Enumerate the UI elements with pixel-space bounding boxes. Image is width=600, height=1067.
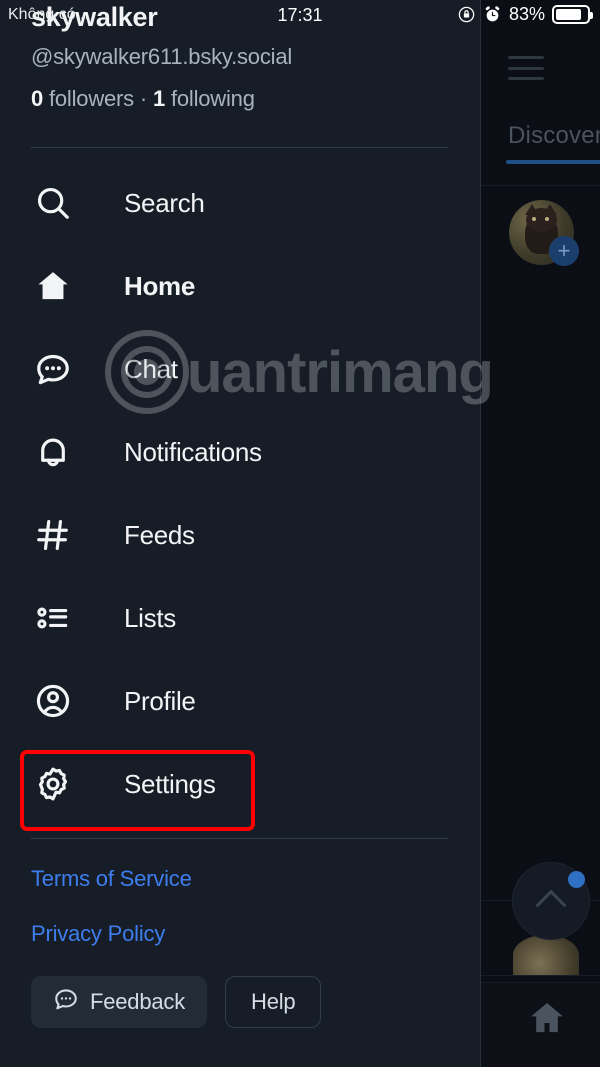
tab-discover[interactable]: Discover: [508, 122, 600, 150]
drawer-footer: Terms of Service Privacy Policy Feedback: [31, 866, 451, 1028]
terms-of-service-link[interactable]: Terms of Service: [31, 866, 451, 892]
profile-counts: 0 followers · 1 following: [31, 86, 451, 112]
counts-separator: ·: [139, 86, 148, 111]
help-button-label: Help: [251, 989, 296, 1014]
help-button[interactable]: Help: [225, 976, 322, 1028]
status-icons: 83%: [457, 4, 593, 25]
sidebar-item-label: Search: [124, 187, 205, 218]
bell-icon: [31, 430, 75, 474]
sidebar-item-label: Lists: [124, 602, 176, 633]
home-icon: [31, 264, 75, 308]
status-bar: Không có... 17:31 83%: [0, 0, 600, 30]
following-label: following: [170, 86, 255, 111]
hamburger-menu-icon[interactable]: [508, 56, 544, 80]
sidebar-item-label: Profile: [124, 685, 196, 716]
divider: [31, 147, 448, 148]
plus-icon[interactable]: +: [549, 236, 579, 266]
unread-badge: [568, 871, 585, 888]
footer-button-row: Feedback Help: [31, 976, 451, 1028]
sidebar-item-home[interactable]: Home: [0, 253, 481, 319]
gear-icon: [31, 762, 75, 806]
sidebar-item-search[interactable]: Search: [0, 170, 481, 236]
feedback-button[interactable]: Feedback: [31, 976, 208, 1028]
chevron-up-icon: [535, 889, 567, 921]
rotation-lock-icon: [458, 6, 475, 23]
alarm-clock-icon: [485, 6, 500, 22]
sidebar-item-feeds[interactable]: Feeds: [0, 502, 481, 568]
tab-active-indicator: [506, 160, 600, 164]
sidebar-item-label: Notifications: [124, 436, 262, 467]
drawer-nav: Search Home Chat Notifications Feeds Lis…: [0, 170, 481, 834]
followers-label: followers: [48, 86, 134, 111]
divider: [31, 838, 448, 839]
feedback-button-label: Feedback: [90, 989, 186, 1014]
divider: [481, 975, 600, 976]
divider: [481, 185, 600, 186]
sidebar-item-lists[interactable]: Lists: [0, 585, 481, 651]
privacy-policy-link[interactable]: Privacy Policy: [31, 921, 451, 947]
profile-handle: @skywalker611.bsky.social: [31, 44, 293, 69]
following-count: 1: [152, 86, 166, 111]
chat-bubble-icon: [53, 986, 79, 1018]
list-icon: [31, 596, 75, 640]
chat-bubble-icon: [31, 347, 75, 391]
person-circle-icon: [31, 679, 75, 723]
battery-icon: [552, 5, 593, 24]
sidebar-item-label: Settings: [124, 768, 216, 799]
hashtag-icon: [31, 513, 75, 557]
sidebar-item-settings[interactable]: Settings: [0, 751, 481, 817]
phone-screen: Discover + skywalker @skywalker611.bsky.…: [0, 0, 600, 1067]
sidebar-item-profile[interactable]: Profile: [0, 668, 481, 734]
battery-percent-label: 83%: [508, 4, 545, 24]
avatar: [513, 935, 579, 975]
sidebar-item-label: Feeds: [124, 519, 195, 550]
home-icon[interactable]: [525, 998, 569, 1038]
followers-count: 0: [31, 86, 44, 111]
sidebar-item-notifications[interactable]: Notifications: [0, 419, 481, 485]
sidebar-item-label: Home: [124, 270, 196, 301]
search-icon: [31, 181, 75, 225]
sidebar-item-label: Chat: [124, 353, 178, 384]
navigation-drawer: skywalker @skywalker611.bsky.social 0 fo…: [0, 0, 481, 1067]
sidebar-item-chat[interactable]: Chat: [0, 336, 481, 402]
